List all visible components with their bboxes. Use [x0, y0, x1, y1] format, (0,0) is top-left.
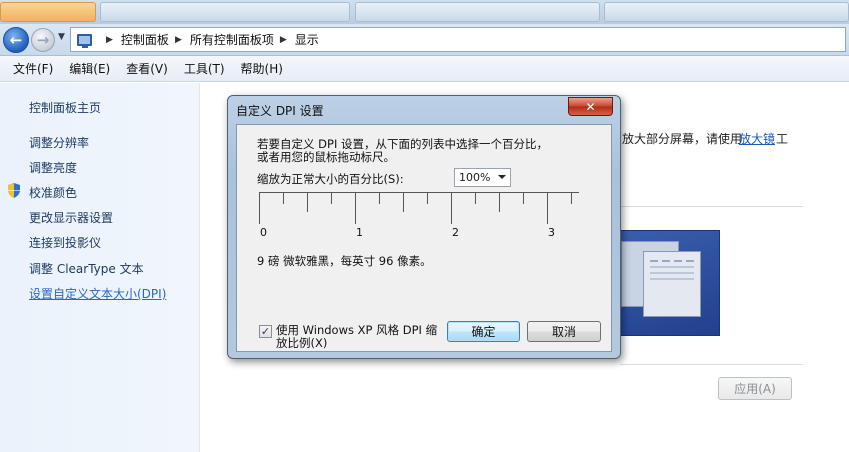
close-button[interactable]: ✕ — [568, 97, 613, 116]
ok-button[interactable]: 确定 — [447, 321, 520, 342]
breadcrumb-control-panel[interactable]: 控制面板 — [121, 31, 169, 48]
recent-pages-dropdown[interactable]: ▼ — [58, 32, 65, 42]
section-divider — [620, 364, 803, 365]
xp-style-dpi-checkbox[interactable]: ✓ — [259, 325, 272, 338]
ruler-tick — [355, 192, 356, 224]
ruler-tick — [331, 192, 332, 204]
dpi-ruler[interactable]: 0 1 2 3 — [259, 192, 579, 240]
tab-blurred[interactable] — [0, 2, 96, 22]
address-bar: ← → ▼ ▶ 控制面板 ▶ 所有控制面板项 ▶ 显示 — [0, 24, 849, 56]
chevron-right-icon[interactable]: ▶ — [175, 35, 182, 45]
magnifier-link[interactable]: 放大镜 — [739, 130, 775, 147]
font-info-text: 9 磅 微软雅黑，每英寸 96 像素。 — [257, 254, 432, 268]
section-divider — [620, 206, 803, 207]
ruler-tick — [571, 192, 572, 204]
menu-help[interactable]: 帮助(H) — [241, 60, 283, 77]
display-preview-image — [612, 230, 720, 336]
arrow-right-icon: → — [36, 31, 50, 49]
nav-change-display-settings[interactable]: 更改显示器设置 — [29, 209, 113, 226]
ruler-tick — [283, 192, 284, 204]
chevron-right-icon[interactable]: ▶ — [106, 35, 113, 45]
control-panel-icon — [77, 33, 92, 48]
menu-file[interactable]: 文件(F) — [13, 60, 53, 77]
nav-adjust-brightness[interactable]: 调整亮度 — [29, 159, 77, 176]
ruler-tick — [523, 192, 524, 204]
breadcrumb-all-items[interactable]: 所有控制面板项 — [190, 31, 274, 48]
custom-dpi-dialog: 自定义 DPI 设置 ✕ 若要自定义 DPI 设置，从下面的列表中选择一个百分比… — [227, 95, 621, 359]
instruction-line-2: 或者用您的鼠标拖动标尺。 — [257, 150, 395, 164]
menu-tools[interactable]: 工具(T) — [184, 60, 225, 77]
nav-calibrate-color[interactable]: 校准颜色 — [29, 184, 77, 201]
tab-blurred[interactable] — [100, 2, 350, 22]
dialog-client-area: 若要自定义 DPI 设置，从下面的列表中选择一个百分比， 或者用您的鼠标拖动标尺… — [236, 124, 612, 352]
scale-percent-label: 缩放为正常大小的百分比(S): — [257, 172, 404, 186]
breadcrumb-display[interactable]: 显示 — [295, 31, 319, 48]
nav-connect-projector[interactable]: 连接到投影仪 — [29, 234, 101, 251]
ruler-tick — [379, 192, 380, 204]
ruler-tick — [307, 192, 308, 212]
nav-adjust-resolution[interactable]: 调整分辨率 — [29, 134, 89, 151]
back-button[interactable]: ← — [3, 27, 29, 53]
checkmark-icon: ✓ — [260, 325, 271, 338]
dialog-title: 自定义 DPI 设置 — [236, 104, 324, 118]
ruler-tick — [403, 192, 404, 212]
checkbox-label-line-2[interactable]: 放比例(X) — [276, 335, 327, 351]
menu-bar: 文件(F) 编辑(E) 查看(V) 工具(T) 帮助(H) — [0, 56, 849, 82]
ruler-number: 2 — [452, 226, 459, 239]
address-field[interactable]: ▶ 控制面板 ▶ 所有控制面板项 ▶ 显示 — [70, 27, 846, 52]
ruler-tick — [499, 192, 500, 212]
tab-blurred[interactable] — [604, 2, 849, 22]
preview-window-front — [643, 251, 701, 317]
ruler-tick — [547, 192, 548, 224]
ruler-tick — [427, 192, 428, 204]
taskbar-tabs-strip — [0, 0, 849, 24]
menu-view[interactable]: 查看(V) — [126, 60, 168, 77]
scale-percent-select[interactable]: 100% — [454, 168, 511, 187]
forward-button[interactable]: → — [31, 28, 55, 52]
ruler-tick — [475, 192, 476, 204]
apply-button[interactable]: 应用(A) — [718, 377, 792, 400]
ruler-number: 3 — [548, 226, 555, 239]
main-description-trail: 工 — [776, 132, 789, 146]
ruler-number: 1 — [356, 226, 363, 239]
arrow-left-icon: ← — [9, 31, 23, 49]
scale-percent-value: 100% — [459, 171, 491, 184]
ruler-tick — [259, 192, 260, 224]
menu-edit[interactable]: 编辑(E) — [69, 60, 110, 77]
nav-set-custom-dpi[interactable]: 设置自定义文本大小(DPI) — [29, 285, 166, 302]
chevron-down-icon — [498, 175, 506, 179]
tab-blurred[interactable] — [355, 2, 600, 22]
control-panel-home-link[interactable]: 控制面板主页 — [29, 99, 101, 116]
ruler-number: 0 — [260, 226, 267, 239]
close-icon: ✕ — [585, 99, 596, 114]
navigation-pane: 控制面板主页 调整分辨率 调整亮度 校准颜色 更改显示器设置 连接到投影仪 调整… — [0, 83, 200, 452]
cancel-button[interactable]: 取消 — [527, 321, 601, 342]
ruler-tick — [451, 192, 452, 224]
shield-icon — [8, 183, 20, 198]
nav-adjust-cleartype[interactable]: 调整 ClearType 文本 — [29, 260, 144, 277]
main-description-text: 放大部分屏幕，请使用 — [622, 132, 743, 146]
chevron-right-icon[interactable]: ▶ — [280, 35, 287, 45]
